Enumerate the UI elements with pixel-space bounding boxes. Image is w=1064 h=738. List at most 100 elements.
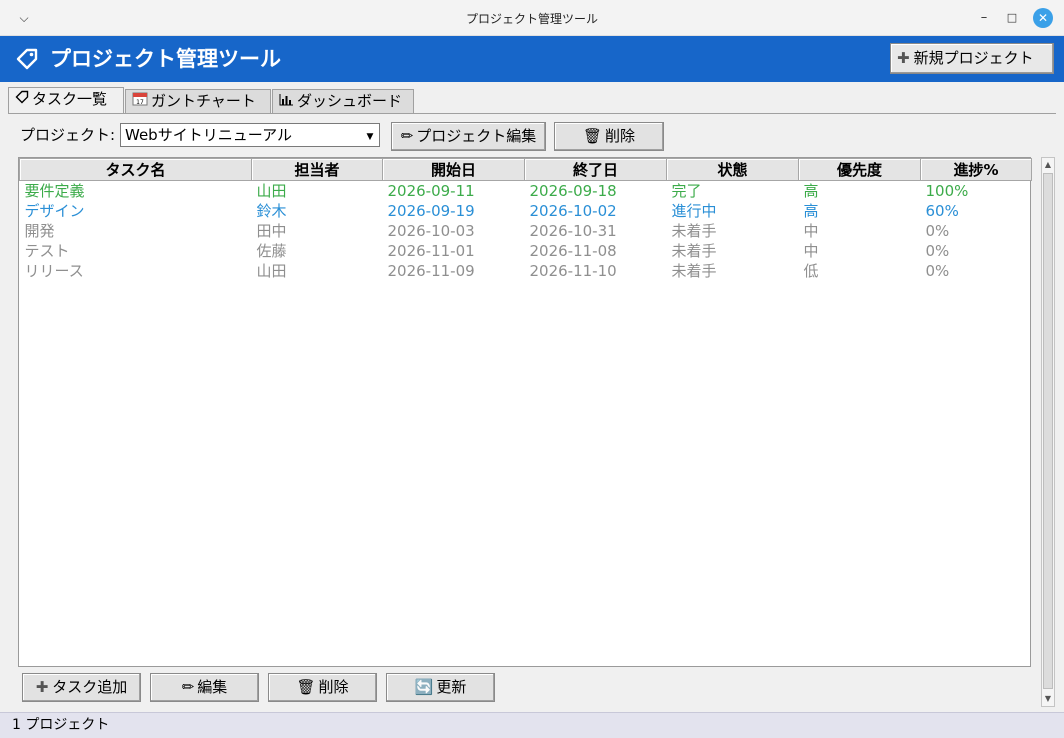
delete-task-button[interactable]: 🗑 削除 (268, 673, 377, 702)
scrollbar-thumb[interactable] (1043, 173, 1053, 689)
cell-start-date: 2026-10-03 (387, 222, 475, 240)
cell-end-date: 2026-10-31 (529, 222, 617, 240)
task-table: タスク名 担当者 開始日 終了日 状態 優先度 進捗% 要件定義 山田 2026… (19, 158, 1032, 281)
column-header-end-date[interactable]: 終了日 (524, 158, 667, 181)
column-header-priority[interactable]: 優先度 (798, 158, 921, 181)
cell-task-name: 開発 (24, 222, 55, 240)
cell-progress: 0% (925, 242, 950, 260)
new-project-button[interactable]: ✚ 新規プロジェクト (890, 43, 1054, 74)
delete-project-label: 削除 (605, 127, 636, 145)
bar-chart-icon (279, 90, 294, 113)
cell-priority: 中 (803, 222, 819, 240)
trash-icon: 🗑 (296, 678, 316, 696)
cell-status: 完了 (671, 182, 702, 200)
cell-status: 未着手 (671, 222, 717, 240)
close-icon[interactable]: ✕ (1033, 8, 1053, 28)
tag-icon (14, 46, 40, 72)
scroll-up-arrow-icon[interactable]: ▲ (1042, 158, 1054, 172)
cell-assignee: 田中 (256, 222, 287, 240)
cell-status: 未着手 (671, 242, 717, 260)
refresh-label: 更新 (436, 678, 467, 696)
cell-start-date: 2026-11-09 (387, 262, 475, 280)
add-task-button[interactable]: ✚ タスク追加 (22, 673, 141, 702)
cell-assignee: 山田 (256, 182, 287, 200)
vertical-scrollbar[interactable]: ▲ ▼ (1041, 157, 1055, 707)
plus-icon: ✚ (897, 49, 910, 67)
cell-priority: 低 (803, 262, 819, 280)
tab-gantt[interactable]: 17 ガントチャート (125, 89, 271, 114)
cell-priority: 高 (803, 182, 819, 200)
edit-project-button[interactable]: ✏ プロジェクト編集 (391, 122, 546, 151)
edit-task-label: 編集 (197, 678, 228, 696)
maximize-icon[interactable]: □ (1002, 8, 1022, 28)
cell-status: 進行中 (671, 202, 717, 220)
window-title: プロジェクト管理ツール (465, 12, 598, 26)
cell-progress: 0% (925, 222, 950, 240)
app-title: プロジェクト管理ツール (50, 47, 281, 71)
calendar-icon: 17 (132, 90, 148, 113)
column-header-progress[interactable]: 進捗% (920, 158, 1032, 181)
table-row[interactable]: テスト 佐藤 2026-11-01 2026-11-08 未着手 中 0% (20, 241, 1032, 261)
cell-start-date: 2026-11-01 (387, 242, 475, 260)
project-select[interactable]: Webサイトリニューアル ▼ (120, 123, 380, 147)
task-table-body: 要件定義 山田 2026-09-11 2026-09-18 完了 高 100% … (20, 181, 1032, 282)
cell-progress: 100% (925, 182, 969, 200)
table-row[interactable]: 要件定義 山田 2026-09-11 2026-09-18 完了 高 100% (20, 181, 1032, 202)
delete-task-label: 削除 (318, 678, 349, 696)
cell-end-date: 2026-11-10 (529, 262, 617, 280)
svg-text:17: 17 (136, 99, 144, 106)
tab-gantt-label: ガントチャート (151, 92, 256, 110)
cell-end-date: 2026-10-02 (529, 202, 617, 220)
edit-task-button[interactable]: ✏ 編集 (150, 673, 259, 702)
pencil-icon: ✏ (181, 678, 195, 696)
cell-assignee: 佐藤 (256, 242, 287, 260)
cell-progress: 0% (925, 262, 950, 280)
project-select-value: Webサイトリニューアル (125, 126, 292, 144)
dropdown-arrow-icon[interactable]: ▼ (363, 126, 377, 144)
cell-assignee: 山田 (256, 262, 287, 280)
cell-task-name: デザイン (24, 202, 85, 220)
minimize-icon[interactable]: – (974, 8, 994, 28)
table-row[interactable]: デザイン 鈴木 2026-09-19 2026-10-02 進行中 高 60% (20, 201, 1032, 221)
tab-task-list[interactable]: タスク一覧 (8, 87, 124, 114)
cell-end-date: 2026-09-18 (529, 182, 617, 200)
column-header-task-name[interactable]: タスク名 (19, 158, 252, 181)
cell-priority: 高 (803, 202, 819, 220)
add-task-label: タスク追加 (52, 678, 128, 696)
pencil-icon: ✏ (400, 127, 414, 145)
tab-task-list-label: タスク一覧 (32, 90, 108, 108)
column-header-assignee[interactable]: 担当者 (251, 158, 383, 181)
table-header-row: タスク名 担当者 開始日 終了日 状態 優先度 進捗% (19, 158, 1032, 181)
tab-panel-border (8, 113, 1056, 114)
window-titlebar: ⌵ プロジェクト管理ツール – □ ✕ (0, 0, 1064, 36)
plus-icon: ✚ (35, 678, 49, 696)
column-header-start-date[interactable]: 開始日 (382, 158, 525, 181)
cell-status: 未着手 (671, 262, 717, 280)
table-row[interactable]: リリース 山田 2026-11-09 2026-11-10 未着手 低 0% (20, 261, 1032, 281)
scroll-down-arrow-icon[interactable]: ▼ (1042, 692, 1054, 706)
tab-dashboard-label: ダッシュボード (297, 92, 403, 110)
refresh-icon: 🔄 (414, 678, 434, 696)
cell-start-date: 2026-09-19 (387, 202, 475, 220)
cell-progress: 60% (925, 202, 959, 220)
new-project-label: 新規プロジェクト (913, 49, 1034, 67)
project-label: プロジェクト: (20, 126, 116, 144)
cell-end-date: 2026-11-08 (529, 242, 617, 260)
refresh-button[interactable]: 🔄 更新 (386, 673, 495, 702)
table-row[interactable]: 開発 田中 2026-10-03 2026-10-31 未着手 中 0% (20, 221, 1032, 241)
cell-task-name: 要件定義 (24, 182, 85, 200)
task-table-container: タスク名 担当者 開始日 終了日 状態 優先度 進捗% 要件定義 山田 2026… (18, 157, 1032, 667)
cell-assignee: 鈴木 (256, 202, 287, 220)
trash-icon: 🗑 (582, 127, 603, 145)
edit-project-label: プロジェクト編集 (416, 127, 537, 145)
tab-dashboard[interactable]: ダッシュボード (272, 89, 414, 114)
column-header-status[interactable]: 状態 (666, 158, 799, 181)
app-header: プロジェクト管理ツール ✚ 新規プロジェクト (0, 36, 1064, 82)
cell-start-date: 2026-09-11 (387, 182, 475, 200)
cell-task-name: リリース (24, 262, 84, 280)
delete-project-button[interactable]: 🗑 削除 (554, 122, 664, 151)
cell-task-name: テスト (24, 242, 70, 260)
tag-icon (15, 88, 29, 111)
status-bar: 1 プロジェクト (0, 712, 1064, 738)
cell-priority: 中 (803, 242, 819, 260)
